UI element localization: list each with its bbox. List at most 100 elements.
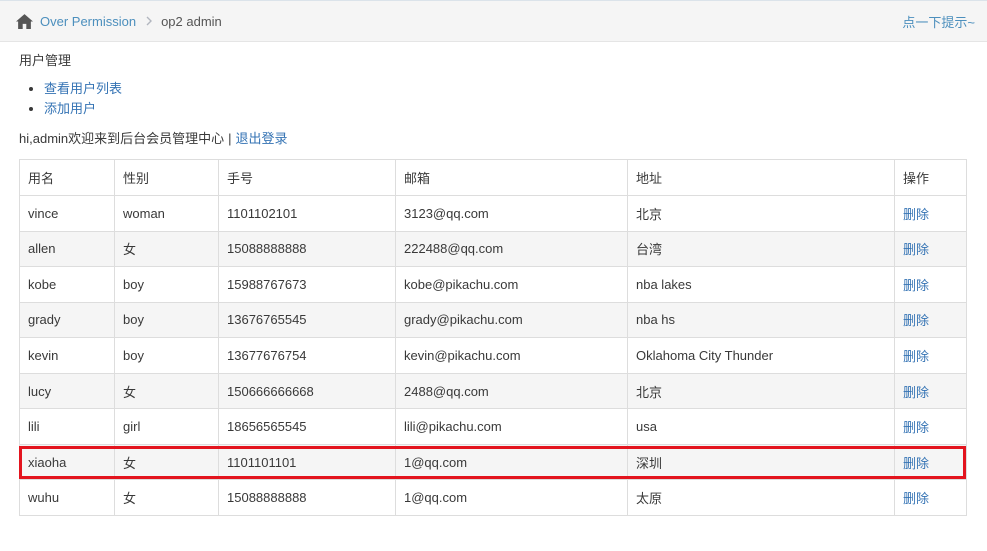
column-header-action: 操作 (894, 159, 967, 196)
cell-name: kevin (19, 337, 115, 374)
cell-address: nba hs (627, 301, 895, 339)
column-header-name: 用名 (19, 159, 115, 196)
cell-gender: girl (114, 408, 219, 445)
cell-email: 1@qq.com (395, 479, 628, 516)
cell-email: 1@qq.com (395, 443, 628, 481)
cell-phone: 150666666668 (218, 372, 396, 410)
cell-gender: woman (114, 195, 219, 232)
cell-phone: 15088888888 (218, 230, 396, 268)
cell-address: usa (627, 408, 895, 445)
view-user-list-link[interactable]: 查看用户列表 (44, 81, 122, 96)
users-table: 用名 性别 手号 邮箱 地址 操作 vince woman 1101102101 31… (19, 159, 967, 516)
cell-gender: boy (114, 266, 219, 303)
cell-gender: boy (114, 301, 219, 339)
welcome-text: hi,admin欢迎来到后台会员管理中心 (19, 131, 225, 146)
breadcrumb: Over Permission op2 admin (0, 14, 222, 29)
cell-phone: 13676765545 (218, 301, 396, 339)
cell-email: 3123@qq.com (395, 195, 628, 232)
delete-link[interactable]: 删除 (903, 278, 929, 293)
add-user-link[interactable]: 添加用户 (44, 101, 96, 116)
delete-link[interactable]: 删除 (903, 420, 929, 435)
user-menu: 查看用户列表 添加用户 (19, 79, 987, 119)
logout-link[interactable]: 退出登录 (236, 131, 288, 146)
cell-address: 台湾 (627, 230, 895, 268)
table-row: vince woman 1101102101 3123@qq.com 北京 删除 (19, 195, 967, 232)
list-item: 查看用户列表 (44, 79, 987, 99)
breadcrumb-current: op2 admin (161, 13, 222, 29)
cell-gender: 女 (114, 479, 219, 516)
cell-phone: 15088888888 (218, 479, 396, 516)
cell-address: nba lakes (627, 266, 895, 303)
separator: | (228, 131, 232, 146)
cell-action: 删除 (894, 408, 967, 445)
cell-phone: 18656565545 (218, 408, 396, 445)
cell-address: 太原 (627, 479, 895, 516)
cell-name: allen (19, 230, 115, 268)
cell-phone: 1101101101 (218, 443, 396, 481)
delete-link[interactable]: 删除 (903, 385, 929, 400)
page-title: 用户管理 (19, 53, 72, 68)
cell-action: 删除 (894, 372, 967, 410)
cell-phone: 15988767673 (218, 266, 396, 303)
cell-action: 删除 (894, 195, 967, 232)
cell-action: 删除 (894, 337, 967, 374)
welcome-line: hi,admin欢迎来到后台会员管理中心 | 退出登录 (19, 130, 987, 148)
users-table-container: 用名 性别 手号 邮箱 地址 操作 vince woman 1101102101 31… (19, 159, 967, 516)
table-row: xiaoha 女 1101101101 1@qq.com 深圳 删除 (19, 443, 967, 481)
cell-email: 222488@qq.com (395, 230, 628, 268)
cell-action: 删除 (894, 479, 967, 516)
cell-action: 删除 (894, 301, 967, 339)
cell-gender: 女 (114, 372, 219, 410)
hint-link[interactable]: 点一下提示~ (902, 12, 975, 31)
delete-link[interactable]: 删除 (903, 456, 929, 471)
cell-action: 删除 (894, 230, 967, 268)
cell-name: lucy (19, 372, 115, 410)
main-content: 用户管理 查看用户列表 添加用户 hi,admin欢迎来到后台会员管理中心| 退出… (0, 42, 987, 516)
cell-gender: 女 (114, 230, 219, 268)
table-row: lili girl 18656565545 lili@pikachu.com usa 删除 (19, 408, 967, 445)
cell-address: 深圳 (627, 443, 895, 481)
home-icon[interactable] (16, 13, 33, 29)
breadcrumb-bar: Over Permission op2 admin 点一下提示~ (0, 0, 987, 42)
cell-email: kobe@pikachu.com (395, 266, 628, 303)
cell-phone: 13677676754 (218, 337, 396, 374)
delete-link[interactable]: 删除 (903, 242, 929, 257)
cell-email: 2488@qq.com (395, 372, 628, 410)
cell-name: lili (19, 408, 115, 445)
cell-email: kevin@pikachu.com (395, 337, 628, 374)
cell-name: kobe (19, 266, 115, 303)
delete-link[interactable]: 删除 (903, 313, 929, 328)
cell-action: 删除 (894, 266, 967, 303)
cell-email: grady@pikachu.com (395, 301, 628, 339)
cell-gender: 女 (114, 443, 219, 481)
table-row: kobe boy 15988767673 kobe@pikachu.com nba la… (19, 266, 967, 303)
column-header-gender: 性别 (114, 159, 219, 196)
cell-name: grady (19, 301, 115, 339)
cell-gender: boy (114, 337, 219, 374)
cell-name: vince (19, 195, 115, 232)
delete-link[interactable]: 删除 (903, 491, 929, 506)
table-row: grady boy 13676765545 grady@pikachu.com nba … (19, 301, 967, 339)
breadcrumb-link-over-permission[interactable]: Over Permission (40, 14, 136, 29)
cell-address: 北京 (627, 372, 895, 410)
table-header-row: 用名 性别 手号 邮箱 地址 操作 (19, 159, 967, 196)
list-item: 添加用户 (44, 99, 987, 119)
cell-phone: 1101102101 (218, 195, 396, 232)
table-row: allen 女 15088888888 222488@qq.com 台湾 删除 (19, 230, 967, 268)
column-header-address: 地址 (627, 159, 895, 196)
column-header-phone: 手号 (218, 159, 396, 196)
cell-name: wuhu (19, 479, 115, 516)
cell-address: Oklahoma City Thunder (627, 337, 895, 374)
chevron-right-icon (146, 16, 153, 26)
users-table-body: vince woman 1101102101 3123@qq.com 北京 删除 allen… (19, 195, 967, 516)
column-header-email: 邮箱 (395, 159, 628, 196)
table-row: kevin boy 13677676754 kevin@pikachu.com Okla… (19, 337, 967, 374)
delete-link[interactable]: 删除 (903, 349, 929, 364)
cell-name: xiaoha (19, 443, 115, 481)
cell-action: 删除 (894, 443, 967, 481)
delete-link[interactable]: 删除 (903, 207, 929, 222)
cell-address: 北京 (627, 195, 895, 232)
cell-email: lili@pikachu.com (395, 408, 628, 445)
table-row: wuhu 女 15088888888 1@qq.com 太原 删除 (19, 479, 967, 516)
table-row: lucy 女 150666666668 2488@qq.com 北京 删除 (19, 372, 967, 410)
